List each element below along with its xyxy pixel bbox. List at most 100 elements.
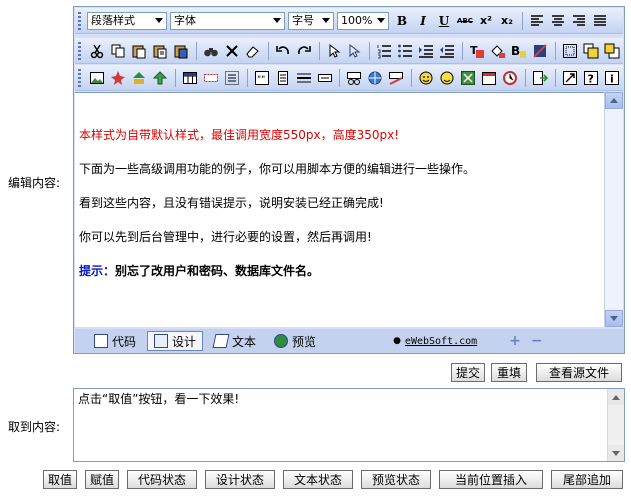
insert-emoticon-button[interactable] — [416, 68, 436, 88]
font-select[interactable]: 字体 — [170, 11, 285, 30]
insert-link-button[interactable] — [344, 68, 364, 88]
design-state-button[interactable]: 设计状态 — [205, 470, 275, 489]
align-right-button[interactable] — [569, 11, 589, 31]
insert-excel-button[interactable] — [458, 68, 478, 88]
insert-marquee-button[interactable] — [315, 68, 335, 88]
insert-page-break-button[interactable] — [273, 68, 293, 88]
send-backward-button[interactable] — [602, 41, 622, 61]
indent-button[interactable] — [416, 41, 436, 61]
block-background-button[interactable]: B — [509, 41, 529, 61]
superscript-icon: x² — [480, 14, 492, 27]
superscript-button[interactable]: x² — [476, 11, 496, 31]
absolute-position-button[interactable] — [344, 41, 364, 61]
paste-button[interactable] — [129, 41, 149, 61]
set-value-button[interactable]: 赋值 — [85, 470, 119, 489]
subscript-button[interactable]: x₂ — [497, 11, 517, 31]
editor-content[interactable]: 本样式为自带默认样式，最佳调用宽度550px，高度350px! 下面为一些高级调… — [75, 92, 604, 327]
fullscreen-button[interactable] — [560, 68, 580, 88]
toolbar-grip[interactable] — [78, 68, 81, 87]
align-left-button[interactable] — [527, 11, 547, 31]
find-button[interactable] — [201, 41, 221, 61]
outdent-button[interactable] — [437, 41, 457, 61]
insert-image-button[interactable] — [87, 68, 107, 88]
output-scrollbar[interactable] — [607, 389, 624, 461]
font-color-button[interactable]: T — [467, 41, 487, 61]
paragraph-style-select[interactable]: 段落样式 — [87, 11, 167, 30]
unordered-list-button[interactable] — [395, 41, 415, 61]
import-button[interactable] — [530, 68, 550, 88]
underline-button[interactable]: U — [434, 11, 454, 31]
output-text: 点击“取值”按钮，看一下效果! — [78, 392, 240, 406]
insert-div-button[interactable] — [222, 68, 242, 88]
text-icon — [212, 334, 230, 348]
align-center-button[interactable] — [548, 11, 568, 31]
tab-code[interactable]: 代码 — [87, 331, 143, 351]
italic-button[interactable]: I — [413, 11, 433, 31]
output-textarea[interactable]: 点击“取值”按钮，看一下效果! — [73, 388, 625, 462]
scroll-up-button[interactable] — [605, 92, 623, 109]
paste-word-button[interactable] — [171, 41, 191, 61]
justify-button[interactable] — [590, 11, 610, 31]
scroll-down-button[interactable] — [605, 310, 623, 327]
insert-symbol-button[interactable]: "" — [252, 68, 272, 88]
cut-button[interactable] — [87, 41, 107, 61]
table-icon — [182, 71, 197, 84]
zoom-select[interactable]: 100% — [337, 11, 389, 30]
font-size-select[interactable]: 字号 — [288, 11, 334, 30]
enlarge-button[interactable]: + — [509, 333, 531, 349]
toolbar-grip[interactable] — [78, 11, 81, 30]
undo-button[interactable] — [273, 41, 293, 61]
chevron-down-icon — [377, 17, 385, 23]
italic-icon: I — [420, 13, 426, 28]
paste-text-button[interactable] — [150, 41, 170, 61]
view-source-button[interactable]: 查看源文件 — [536, 363, 622, 382]
insert-file-button[interactable] — [150, 68, 170, 88]
ordered-list-button[interactable] — [374, 41, 394, 61]
bring-forward-button[interactable] — [581, 41, 601, 61]
insert-media-button[interactable] — [129, 68, 149, 88]
help-button[interactable]: ? — [581, 68, 601, 88]
get-value-button[interactable]: 取值 — [43, 470, 77, 489]
resize-controls: +− — [509, 333, 552, 349]
tab-label: 代码 — [112, 334, 137, 349]
submit-button[interactable]: 提交 — [451, 363, 485, 382]
append-end-button[interactable]: 尾部追加 — [551, 470, 623, 489]
insert-at-cursor-button[interactable]: 当前位置插入 — [439, 470, 543, 489]
insert-clock-button[interactable] — [500, 68, 520, 88]
remove-link-button[interactable] — [386, 68, 406, 88]
design-icon — [154, 334, 169, 348]
paste-text-icon — [153, 45, 167, 58]
scroll-down-button[interactable] — [608, 445, 624, 461]
reset-button[interactable]: 重填 — [491, 363, 527, 382]
insert-anchor-button[interactable] — [365, 68, 385, 88]
insert-form-button[interactable] — [201, 68, 221, 88]
border-button[interactable] — [560, 41, 580, 61]
bold-button[interactable]: B — [392, 11, 412, 31]
insert-date-button[interactable] — [479, 68, 499, 88]
editor-vertical-scrollbar[interactable] — [604, 92, 623, 327]
code-state-button[interactable]: 代码状态 — [127, 470, 197, 489]
eraser-button[interactable] — [243, 41, 263, 61]
copyright-link[interactable]: eWebSoft.com — [405, 336, 477, 347]
toolbar-grip[interactable] — [78, 41, 81, 60]
tab-preview[interactable]: 预览 — [267, 331, 323, 351]
preview-state-button[interactable]: 预览状态 — [361, 470, 431, 489]
strikethrough-button[interactable]: ABC — [455, 11, 475, 31]
remove-format-button[interactable] — [530, 41, 550, 61]
insert-flash-button[interactable] — [108, 68, 128, 88]
background-color-button[interactable] — [488, 41, 508, 61]
insert-smiley-button[interactable] — [437, 68, 457, 88]
toolbar-separator — [246, 68, 248, 87]
scroll-up-button[interactable] — [608, 389, 624, 405]
tab-text[interactable]: 文本 — [207, 331, 263, 351]
shrink-button[interactable]: − — [531, 333, 553, 349]
copy-button[interactable] — [108, 41, 128, 61]
select-button[interactable] — [324, 41, 344, 61]
delete-button[interactable] — [222, 41, 242, 61]
text-state-button[interactable]: 文本状态 — [283, 470, 353, 489]
insert-hr-button[interactable] — [294, 68, 314, 88]
tab-design[interactable]: 设计 — [147, 331, 204, 351]
redo-button[interactable] — [294, 41, 314, 61]
about-button[interactable]: i — [602, 68, 622, 88]
insert-table-button[interactable] — [180, 68, 200, 88]
